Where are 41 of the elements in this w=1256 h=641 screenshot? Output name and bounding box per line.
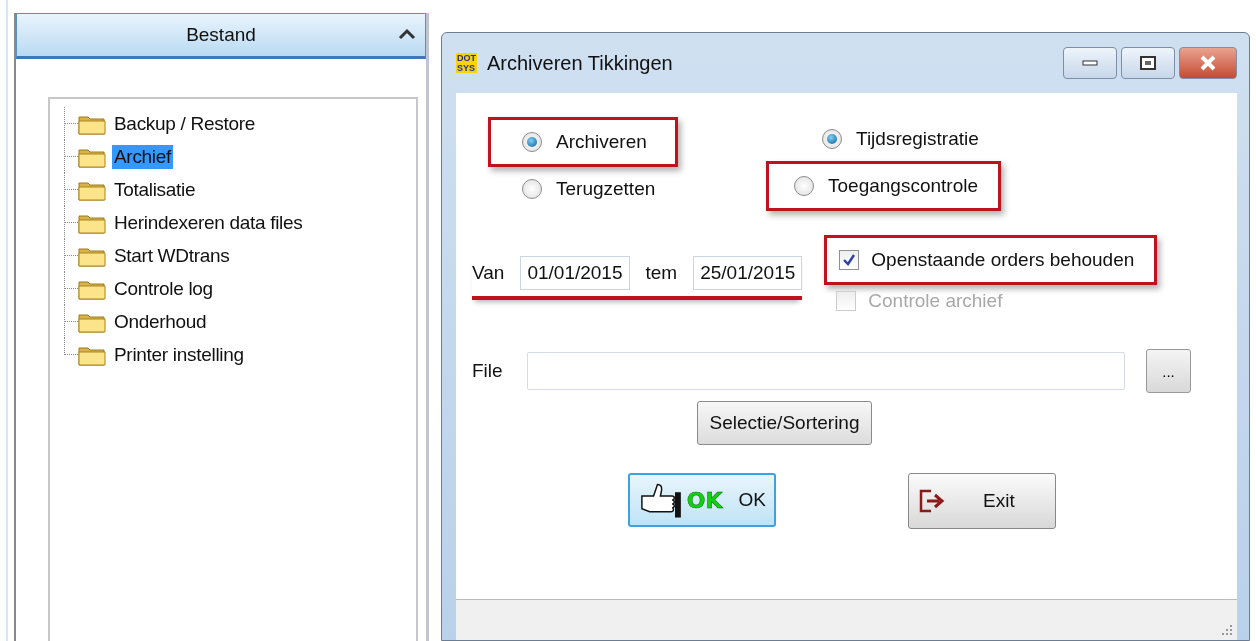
- checkbox[interactable]: [839, 250, 860, 270]
- exit-icon: [919, 489, 947, 513]
- radio-label: Toegangscontrole: [828, 175, 978, 197]
- app-logo: DOT SYS: [456, 53, 477, 73]
- file-label: File: [472, 360, 504, 382]
- checkbox-label: Openstaande orders behouden: [871, 249, 1135, 271]
- close-icon: [1199, 55, 1217, 71]
- radio-button[interactable]: [822, 129, 842, 149]
- minimize-icon: [1082, 60, 1098, 66]
- radio-button[interactable]: [522, 179, 542, 199]
- close-button[interactable]: [1179, 47, 1237, 79]
- browse-button[interactable]: ...: [1146, 349, 1191, 393]
- tree-item[interactable]: Totalisatie: [112, 177, 198, 202]
- tree-item[interactable]: Controle log: [112, 276, 215, 301]
- tree-item[interactable]: Herindexeren data files: [112, 210, 305, 235]
- radio-label: Archiveren: [556, 131, 647, 153]
- selection-button[interactable]: Selectie/Sortering: [696, 401, 873, 445]
- file-field[interactable]: [527, 352, 1125, 390]
- date-field[interactable]: 25/01/2015: [693, 256, 803, 290]
- window-title: Archiveren Tikkingen: [487, 51, 674, 75]
- checkbox-label: Controle archief: [868, 290, 1003, 312]
- panel-title: Bestand: [186, 24, 256, 46]
- radio-label: Tijdsregistratie: [856, 128, 979, 150]
- chevron-icon[interactable]: [397, 27, 417, 41]
- maximize-icon: [1140, 56, 1156, 70]
- maximize-button[interactable]: [1121, 47, 1175, 79]
- to-label: tem: [645, 262, 678, 284]
- tree-item[interactable]: Start WDtrans: [112, 243, 232, 268]
- radio-label: Terugzetten: [556, 178, 656, 200]
- from-label: Van: [472, 262, 505, 284]
- panel-header[interactable]: Bestand: [16, 13, 426, 59]
- exit-button[interactable]: Exit: [908, 473, 1056, 529]
- tree-item[interactable]: Printer instelling: [112, 342, 246, 367]
- resize-grip-icon[interactable]: [1221, 624, 1233, 636]
- tree-item[interactable]: Backup / Restore: [112, 111, 257, 136]
- radio-button[interactable]: [794, 176, 814, 196]
- radio-button[interactable]: [522, 132, 542, 152]
- tree-item[interactable]: Onderhoud: [112, 309, 209, 334]
- tree-item[interactable]: Archief: [112, 144, 174, 169]
- ok-button[interactable]: OK OK: [628, 473, 776, 527]
- date-field[interactable]: 01/01/2015: [520, 256, 630, 290]
